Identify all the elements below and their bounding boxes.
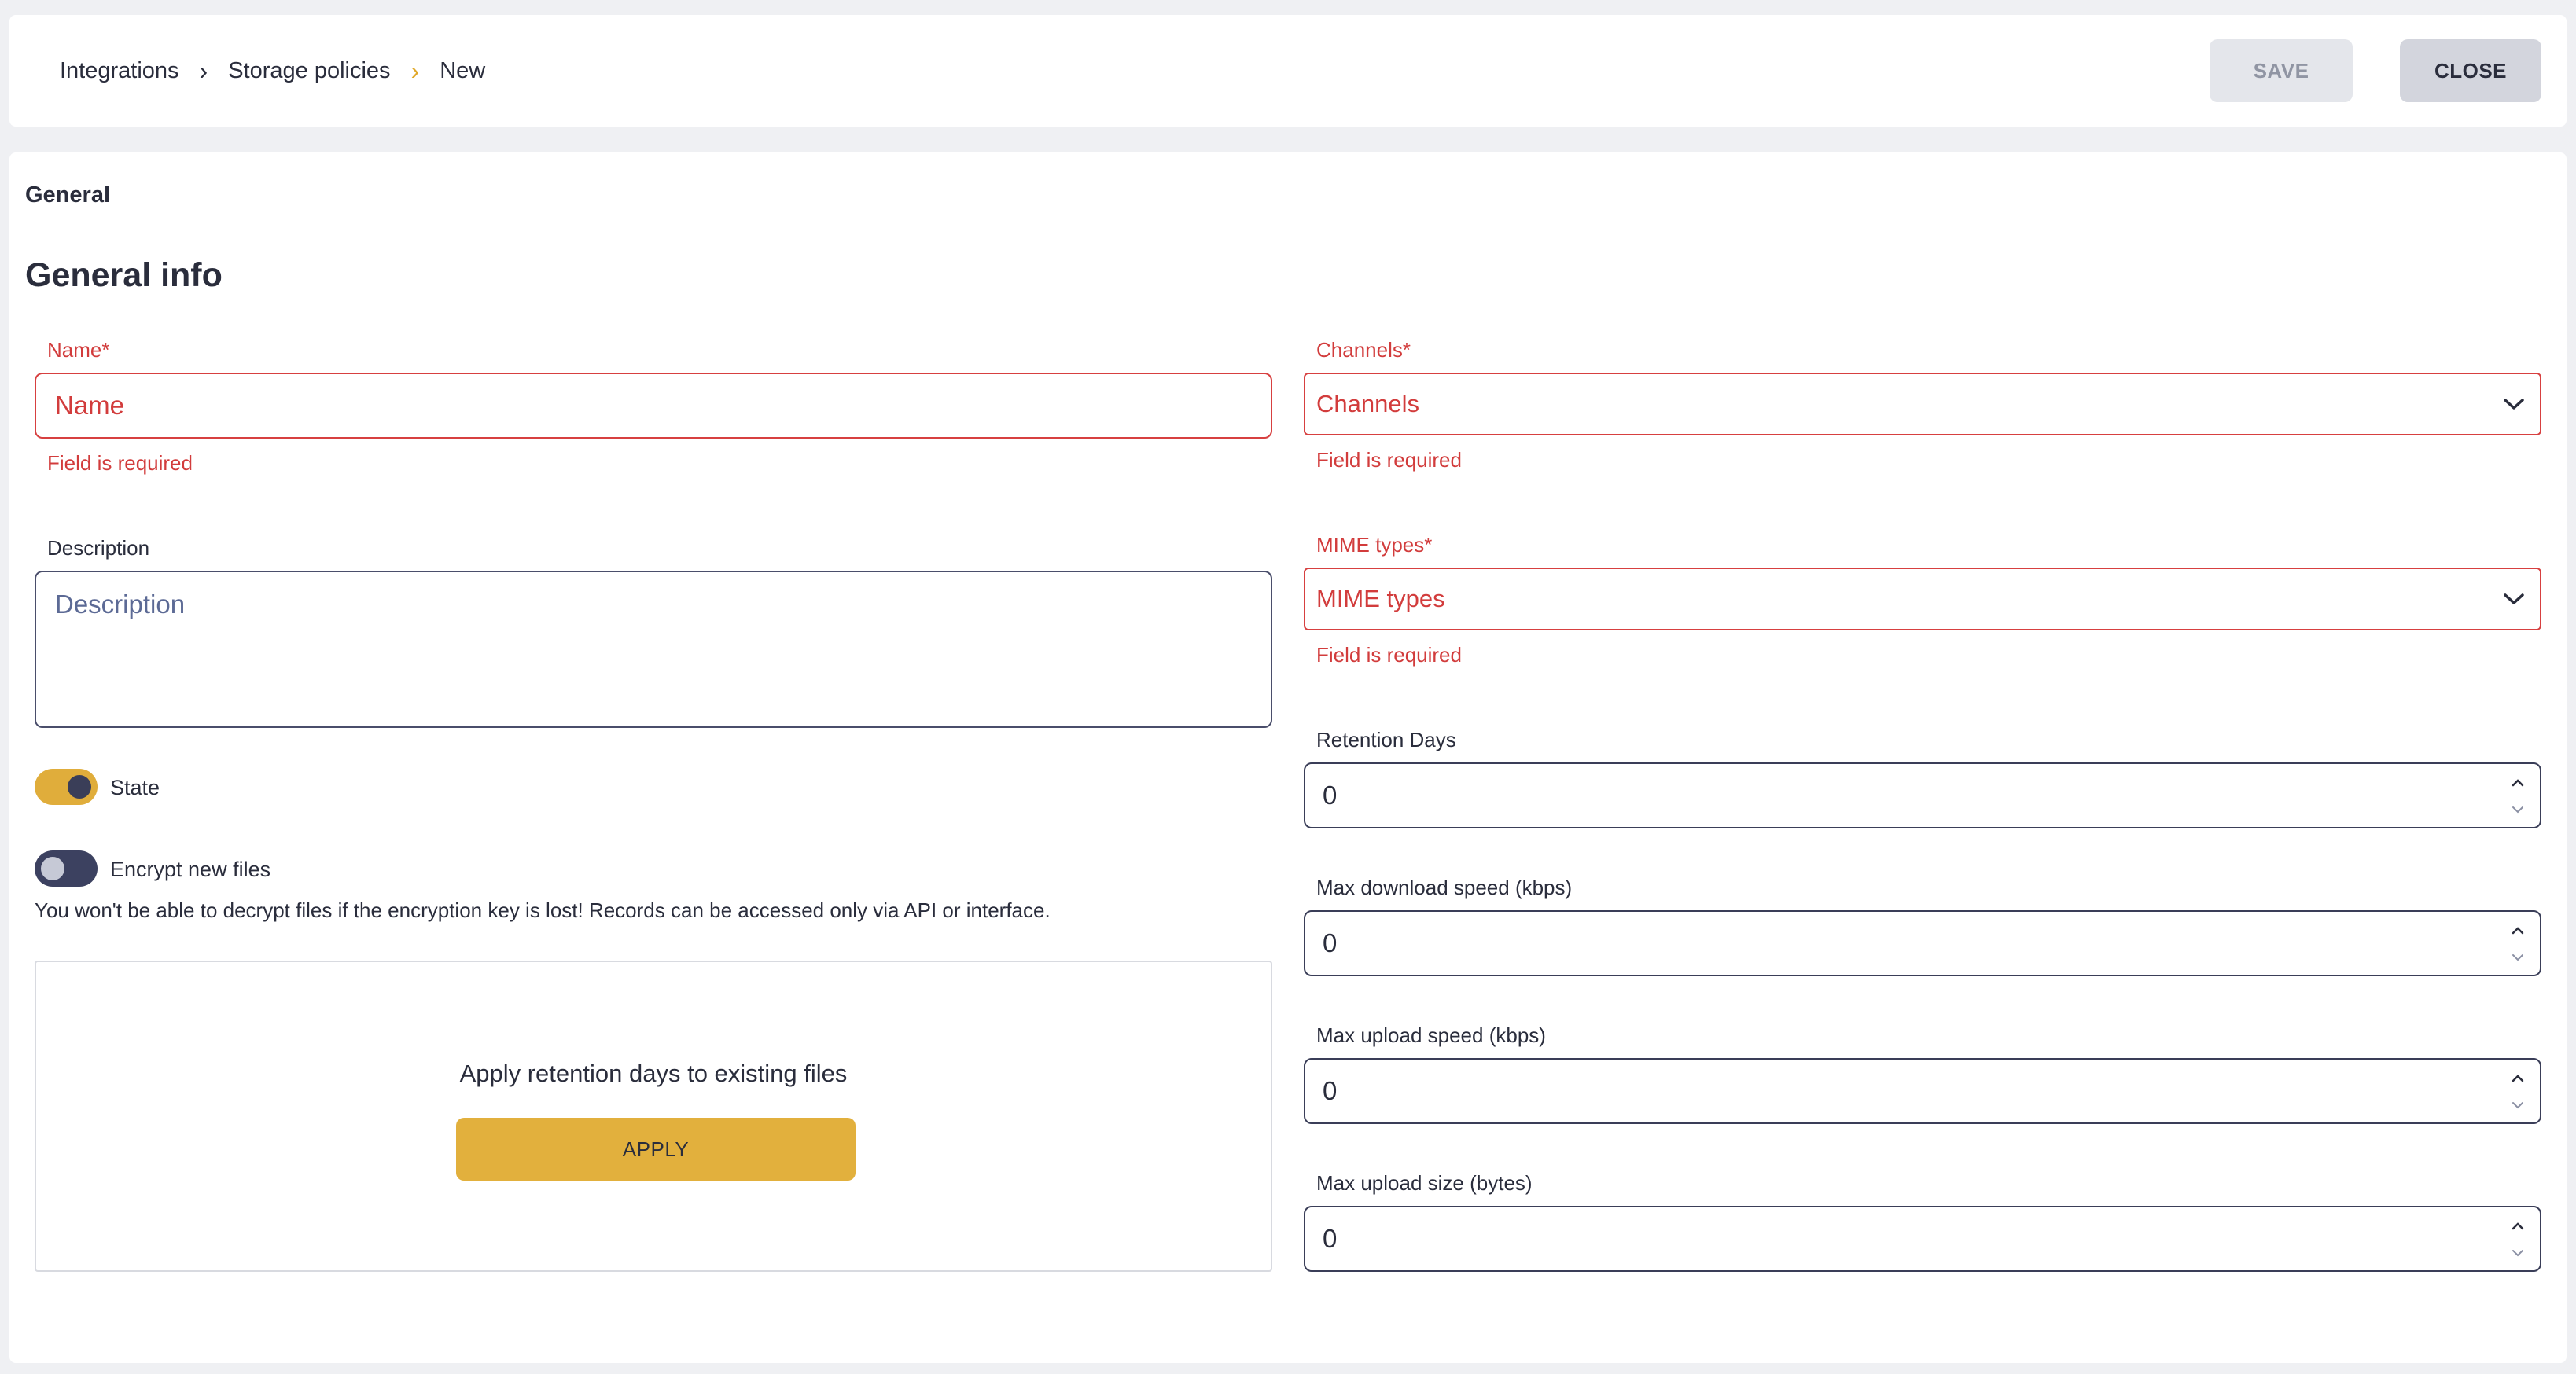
- max-download-field: [1304, 910, 2541, 976]
- toggle-knob: [41, 857, 64, 880]
- close-button[interactable]: CLOSE: [2400, 39, 2541, 102]
- apply-retention-box: Apply retention days to existing files A…: [35, 961, 1272, 1272]
- chevron-down-icon: [2504, 399, 2524, 410]
- encrypt-label: Encrypt new files: [110, 858, 271, 881]
- breadcrumb: Integrations › Storage policies › New: [60, 15, 485, 127]
- breadcrumb-current: New: [440, 57, 486, 83]
- tab-general[interactable]: General: [25, 182, 110, 208]
- max-download-label: Max download speed (kbps): [1316, 876, 1573, 899]
- state-label: State: [110, 776, 160, 799]
- toggle-knob: [68, 775, 91, 799]
- chevron-up-icon[interactable]: [2508, 1069, 2527, 1086]
- chevron-down-icon[interactable]: [2508, 802, 2527, 819]
- retention-days-input[interactable]: [1323, 764, 2310, 827]
- section-title: General info: [25, 256, 223, 294]
- breadcrumb-storage-policies[interactable]: Storage policies: [228, 58, 390, 84]
- chevron-down-icon[interactable]: [2508, 1245, 2527, 1262]
- description-input[interactable]: [35, 571, 1272, 728]
- mime-placeholder: MIME types: [1316, 585, 1445, 612]
- max-download-stepper: [2508, 918, 2527, 970]
- state-toggle[interactable]: [35, 769, 98, 805]
- mime-select[interactable]: MIME types: [1304, 568, 2541, 630]
- max-upload-size-stepper: [2508, 1214, 2527, 1266]
- chevron-up-icon[interactable]: [2508, 921, 2527, 939]
- chevron-down-icon[interactable]: [2508, 950, 2527, 967]
- chevron-down-icon[interactable]: [2508, 1097, 2527, 1115]
- max-download-input[interactable]: [1323, 912, 2310, 975]
- channels-error: Field is required: [1316, 448, 1462, 472]
- breadcrumb-integrations[interactable]: Integrations: [60, 58, 179, 84]
- chevron-down-icon: [2504, 593, 2524, 604]
- max-upload-size-label: Max upload size (bytes): [1316, 1171, 1533, 1195]
- max-upload-size-input[interactable]: [1323, 1207, 2310, 1270]
- apply-button[interactable]: APPLY: [456, 1118, 856, 1181]
- description-label: Description: [47, 536, 150, 560]
- max-upload-speed-label: Max upload speed (kbps): [1316, 1023, 1546, 1047]
- top-bar: Integrations › Storage policies › New SA…: [9, 15, 2567, 127]
- name-label: Name*: [47, 338, 110, 362]
- chevron-up-icon[interactable]: [2508, 773, 2527, 791]
- max-upload-size-field: [1304, 1206, 2541, 1272]
- name-error: Field is required: [47, 451, 193, 475]
- retention-days-label: Retention Days: [1316, 728, 1456, 751]
- channels-label: Channels*: [1316, 338, 1411, 362]
- retention-days-field: [1304, 762, 2541, 828]
- max-upload-speed-input[interactable]: [1323, 1060, 2310, 1122]
- channels-select[interactable]: Channels: [1304, 373, 2541, 435]
- mime-error: Field is required: [1316, 643, 1462, 667]
- chevron-right-icon: ›: [410, 57, 420, 85]
- channels-placeholder: Channels: [1316, 390, 1419, 417]
- chevron-right-icon: ›: [199, 57, 208, 85]
- encrypt-warning: You won't be able to decrypt files if th…: [35, 898, 1051, 922]
- retention-days-stepper: [2508, 770, 2527, 822]
- save-button[interactable]: SAVE: [2210, 39, 2353, 102]
- max-upload-speed-stepper: [2508, 1066, 2527, 1118]
- encrypt-toggle[interactable]: [35, 850, 98, 887]
- mime-label: MIME types*: [1316, 533, 1433, 557]
- max-upload-speed-field: [1304, 1058, 2541, 1124]
- name-input[interactable]: [35, 373, 1272, 439]
- apply-retention-text: Apply retention days to existing files: [459, 1060, 848, 1087]
- chevron-up-icon[interactable]: [2508, 1217, 2527, 1234]
